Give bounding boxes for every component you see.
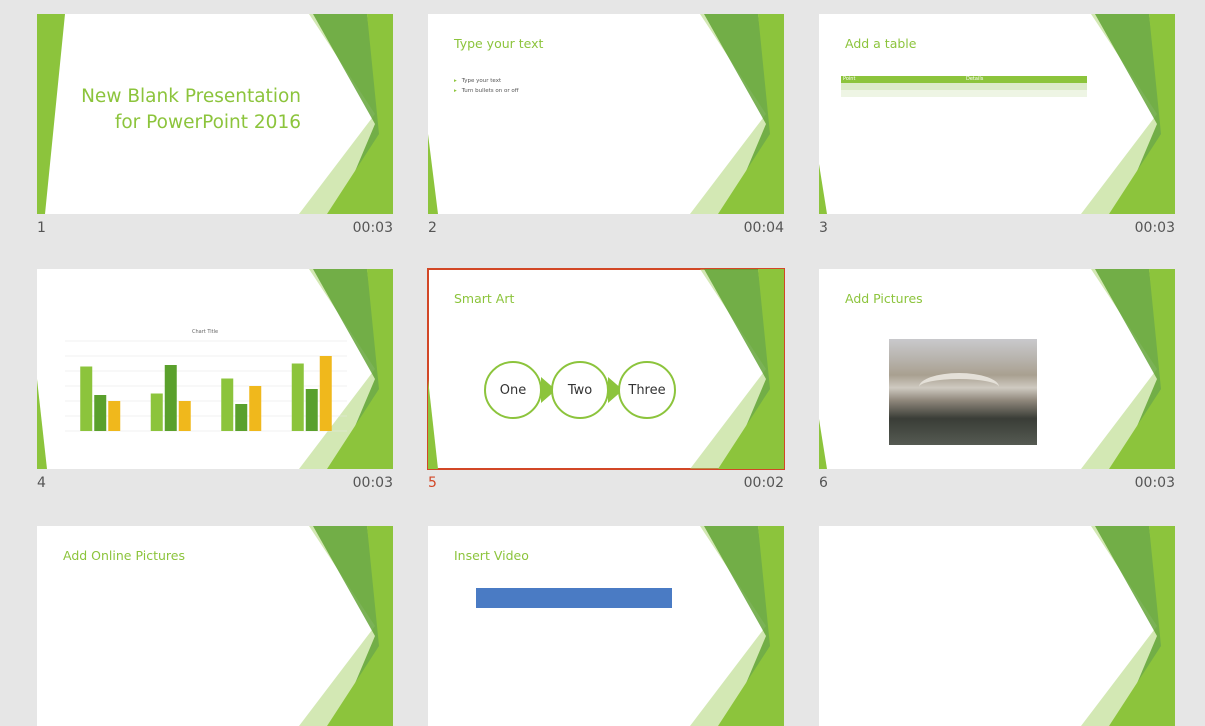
slide-info-3: 3 00:03 — [819, 220, 1175, 240]
slide-info-4: 4 00:03 — [37, 475, 393, 495]
bullet-item: Type your text — [454, 78, 519, 84]
chart-bar — [305, 389, 318, 431]
bullet-list: Type your text Turn bullets on or off — [454, 78, 519, 98]
slide-duration: 00:04 — [743, 220, 784, 236]
smartart-diagram: One Two Three — [428, 269, 784, 469]
smartart-node: One — [484, 361, 542, 419]
slide-thumbnail-9[interactable] — [819, 526, 1175, 726]
slide-thumbnail-1[interactable]: New Blank Presentation for PowerPoint 20… — [37, 14, 393, 214]
slide-info-2: 2 00:04 — [428, 220, 784, 240]
slide-duration: 00:03 — [1134, 475, 1175, 491]
slide-info-5: 5 00:02 — [428, 475, 784, 495]
slide-title: Type your text — [454, 36, 544, 51]
presentation-title: New Blank Presentation for PowerPoint 20… — [81, 86, 301, 133]
bridge-photo — [889, 339, 1037, 445]
bullet-item: Turn bullets on or off — [454, 88, 519, 94]
slide-title: Add Online Pictures — [63, 548, 185, 563]
chart-bar — [164, 365, 177, 431]
chart-bar — [291, 363, 304, 431]
table-header: Point — [843, 76, 856, 82]
chart-bar — [249, 386, 262, 431]
slide-thumbnail-6[interactable]: Add Pictures — [819, 269, 1175, 469]
slide-number: 4 — [37, 475, 46, 491]
mini-table: Point Details — [841, 76, 1087, 97]
bar-chart — [65, 340, 347, 432]
slide-thumbnail-3[interactable]: Add a table Point Details — [819, 14, 1175, 214]
slide-info-6: 6 00:03 — [819, 475, 1175, 495]
slide-duration: 00:03 — [352, 220, 393, 236]
chart-bar — [150, 393, 163, 431]
slide-thumbnail-7[interactable]: Add Online Pictures — [37, 526, 393, 726]
slide-thumbnail-2[interactable]: Type your text Type your text Turn bulle… — [428, 14, 784, 214]
slide-duration: 00:03 — [352, 475, 393, 491]
slide-number: 2 — [428, 220, 437, 236]
slide-title: Add a table — [845, 36, 917, 51]
slide-title: Insert Video — [454, 548, 529, 563]
slide-info-1: 1 00:03 — [37, 220, 393, 240]
table-header: Details — [966, 76, 984, 82]
slide-number: 5 — [428, 475, 437, 491]
video-thumbnail — [476, 588, 672, 608]
slide-number: 1 — [37, 220, 46, 236]
chart-bar — [178, 401, 191, 431]
slide-thumbnail-8[interactable]: Insert Video — [428, 526, 784, 726]
slide-number: 6 — [819, 475, 828, 491]
slide-number: 3 — [819, 220, 828, 236]
slide-title: Add Pictures — [845, 291, 923, 306]
slide-thumbnail-4[interactable]: Chart Title — [37, 269, 393, 469]
chart-bar — [221, 378, 234, 431]
smartart-node: Three — [618, 361, 676, 419]
chart-bar — [319, 356, 332, 431]
chart-bar — [80, 366, 93, 431]
chart-bar — [108, 401, 121, 431]
chart-bar — [235, 404, 248, 431]
slide-thumbnail-5[interactable]: Smart Art One Two Three — [427, 268, 785, 470]
slide-duration: 00:02 — [743, 475, 784, 491]
smartart-node: Two — [551, 361, 609, 419]
green-decoration — [1081, 526, 1175, 726]
chart-bar — [94, 395, 107, 431]
slide-duration: 00:03 — [1134, 220, 1175, 236]
